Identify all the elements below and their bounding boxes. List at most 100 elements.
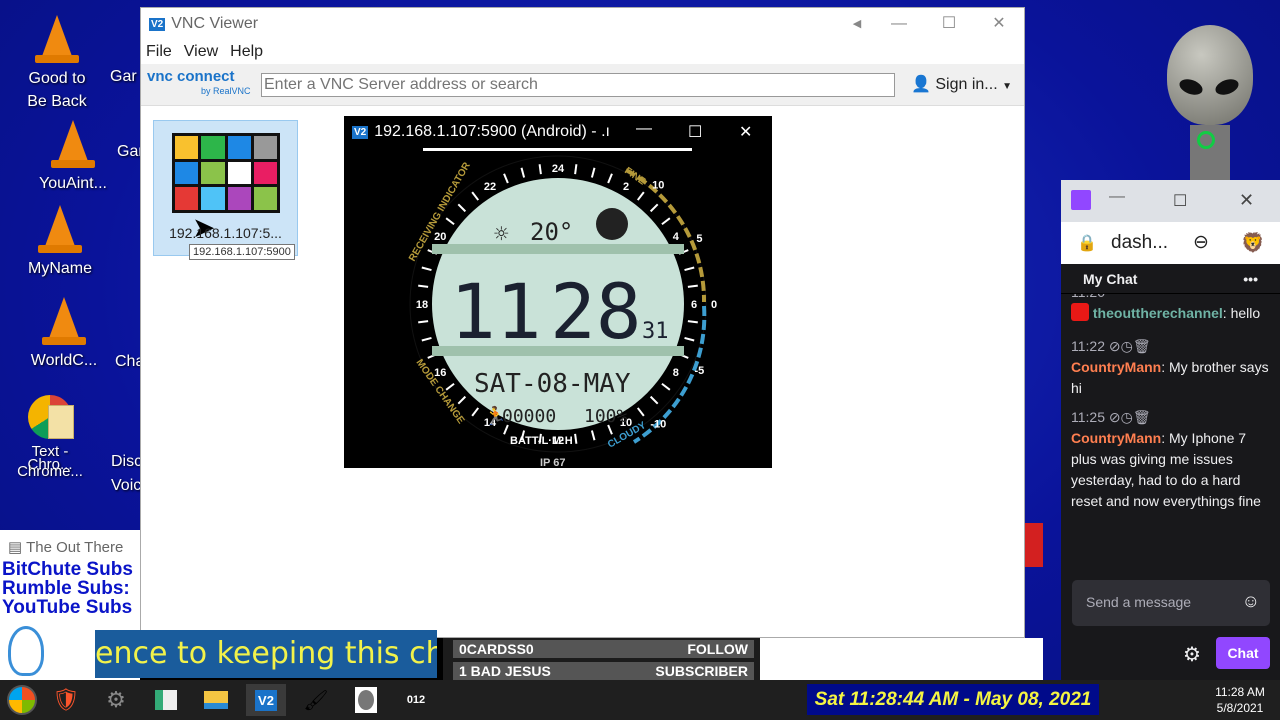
event-item: 0CARDSS0 FOLLOW — [453, 640, 754, 658]
sign-in-button[interactable]: 👤 Sign in... ▼ — [911, 74, 1012, 94]
event-list: 0CARDSS0 FOLLOW 1 BAD JESUS SUBSCRIBER — [443, 638, 760, 680]
paint-taskbar-icon[interactable]: 🖌 — [296, 684, 336, 716]
close-button[interactable]: ✕ — [739, 122, 752, 142]
vnc-logo-icon: V2 — [352, 125, 369, 139]
alien-avatar-image — [1165, 25, 1255, 180]
mod-action-icons[interactable]: ⊘◷🗑 — [1109, 338, 1151, 354]
vlc-icon — [35, 15, 79, 63]
menu-file[interactable]: File — [146, 43, 172, 61]
tile-label: 192.168.1.107:5... — [169, 225, 282, 241]
bezel-tick — [457, 395, 467, 405]
minimize-button[interactable]: — — [636, 120, 652, 138]
bezel-hour-label: 4 — [673, 231, 680, 243]
chat-messages: 11:20 theouttherechannel: hello 11:22 ⊘◷… — [1061, 294, 1280, 584]
maximize-button[interactable]: ☐ — [1173, 191, 1187, 211]
settings-gear-icon[interactable]: ⚙ — [1183, 642, 1201, 667]
bezel-hour-label: 6 — [691, 299, 697, 311]
start-button[interactable] — [2, 684, 42, 716]
vnc-taskbar-icon[interactable]: V2 — [246, 684, 286, 716]
bezel-tick — [457, 203, 467, 213]
bezel-tick — [590, 167, 596, 178]
brave-shield-icon[interactable]: 🦁 — [1241, 231, 1265, 255]
bezel-hour-label: 24 — [552, 163, 565, 175]
bezel-tick — [418, 320, 429, 324]
server-address-input[interactable] — [261, 73, 895, 97]
bezel-tick — [421, 336, 432, 342]
bezel-tick — [503, 173, 509, 184]
alien-logo-icon — [8, 626, 44, 676]
vnc-title-bar[interactable]: V2 VNC Viewer ◀ — ☐ ✕ — [141, 8, 1024, 40]
counter-taskbar-icon[interactable]: 012 — [396, 684, 436, 716]
file-explorer-taskbar-icon[interactable] — [196, 684, 236, 716]
desktop-icon-youaint[interactable]: YouAint... — [33, 120, 113, 195]
overlay-white-panel — [760, 638, 1043, 680]
tooltip: 192.168.1.107:5900 — [189, 244, 295, 260]
bezel-tick — [520, 167, 526, 178]
desktop-icon-col2-4[interactable]: Disc Voic — [111, 450, 142, 498]
bezel-tick — [418, 284, 429, 288]
vlc-icon — [42, 297, 86, 345]
alien-taskbar-icon[interactable] — [346, 684, 386, 716]
bezel-tick — [590, 430, 596, 441]
red-overlay-bar — [1025, 523, 1043, 567]
minute-digits: 28 — [550, 267, 642, 356]
more-options-icon[interactable]: ••• — [1243, 271, 1258, 287]
desktop-icon-worldc[interactable]: WorldC... — [24, 297, 104, 372]
bezel-tick — [687, 320, 698, 324]
weather-scale-label: -10 — [650, 419, 666, 431]
minimize-button[interactable]: — — [1109, 188, 1125, 206]
ip-rating: IP 67 — [540, 457, 566, 468]
android-window-title: 192.168.1.107:5900 (Android) - .ı — [374, 123, 610, 140]
minimize-button[interactable]: — — [875, 8, 923, 40]
sun-icon: ☼ — [494, 220, 508, 248]
clock-banner: Sat 11:28:44 AM - May 08, 2021 — [807, 684, 1099, 715]
close-button[interactable]: ✕ — [975, 8, 1023, 40]
bezel-tick — [636, 407, 645, 417]
taskbar: 🛡 ⚙ V2 🖌 012 Sat 11:28:44 AM - May 08, 2… — [0, 680, 1280, 720]
bezel-tick — [649, 395, 659, 405]
app-window-taskbar-icon[interactable] — [146, 684, 186, 716]
chat-title: My Chat — [1083, 270, 1138, 287]
back-icon[interactable]: ◀ — [833, 8, 881, 40]
progress-line — [423, 148, 692, 151]
chat-username[interactable]: CountryMann — [1071, 359, 1161, 375]
maximize-button[interactable]: ☐ — [688, 122, 702, 142]
chain-app-taskbar-icon[interactable]: ⚙ — [96, 684, 136, 716]
weather-scale-label: 10 — [652, 179, 664, 191]
menu-bar: File View Help — [141, 40, 1024, 64]
window-title: VNC Viewer — [171, 15, 259, 32]
event-item: 1 BAD JESUS SUBSCRIBER — [453, 662, 754, 680]
bezel-tick — [684, 266, 695, 272]
zoom-out-icon[interactable]: ⊖ — [1193, 231, 1209, 254]
chat-username[interactable]: theouttherechannel — [1093, 305, 1223, 321]
send-message-input[interactable]: Send a message ☺ — [1072, 580, 1270, 626]
broadcaster-badge-icon — [1071, 303, 1089, 321]
date-text: SAT-08-MAY — [474, 369, 631, 399]
bezel-tick — [445, 217, 455, 226]
desktop-icon-good-to-be-back[interactable]: Good to Be Back — [17, 15, 97, 113]
chat-username[interactable]: CountryMann — [1071, 430, 1161, 446]
vlc-icon — [51, 120, 95, 168]
desktop-icon-myname[interactable]: MyName — [20, 205, 100, 280]
hour-digits: 11 — [450, 267, 542, 356]
brave-taskbar-icon[interactable]: 🛡 — [46, 684, 86, 716]
url-text: dash... — [1111, 232, 1169, 253]
close-button[interactable]: ✕ — [1239, 190, 1254, 211]
android-title-bar[interactable]: V2 192.168.1.107:5900 (Android) - .ı — ☐ … — [344, 116, 772, 148]
maximize-button[interactable]: ☐ — [925, 8, 973, 40]
bezel-tick — [649, 203, 659, 213]
message-time: 11:20 — [1061, 294, 1280, 303]
chat-send-button[interactable]: Chat — [1216, 637, 1270, 669]
step-count: 00000 — [502, 406, 556, 427]
desktop-icon-text-chrome[interactable]: Text - Chro... Chrome... — [10, 395, 90, 479]
server-tile[interactable]: ➤ 192.168.1.107:5... — [153, 120, 298, 256]
android-thumbnail — [172, 133, 280, 213]
system-clock[interactable]: 11:28 AM 5/8/2021 — [1200, 684, 1280, 716]
address-bar[interactable]: 🔒 dash... ⊖ 🦁 — [1061, 222, 1280, 264]
emote-icon[interactable]: ☺ — [1242, 591, 1260, 612]
menu-view[interactable]: View — [184, 43, 218, 61]
seconds-digits: 31 — [642, 319, 669, 344]
mod-action-icons[interactable]: ⊘◷🗑 — [1109, 409, 1151, 425]
menu-help[interactable]: Help — [230, 43, 263, 61]
browser-title-bar[interactable]: — ☐ ✕ — [1061, 180, 1280, 222]
